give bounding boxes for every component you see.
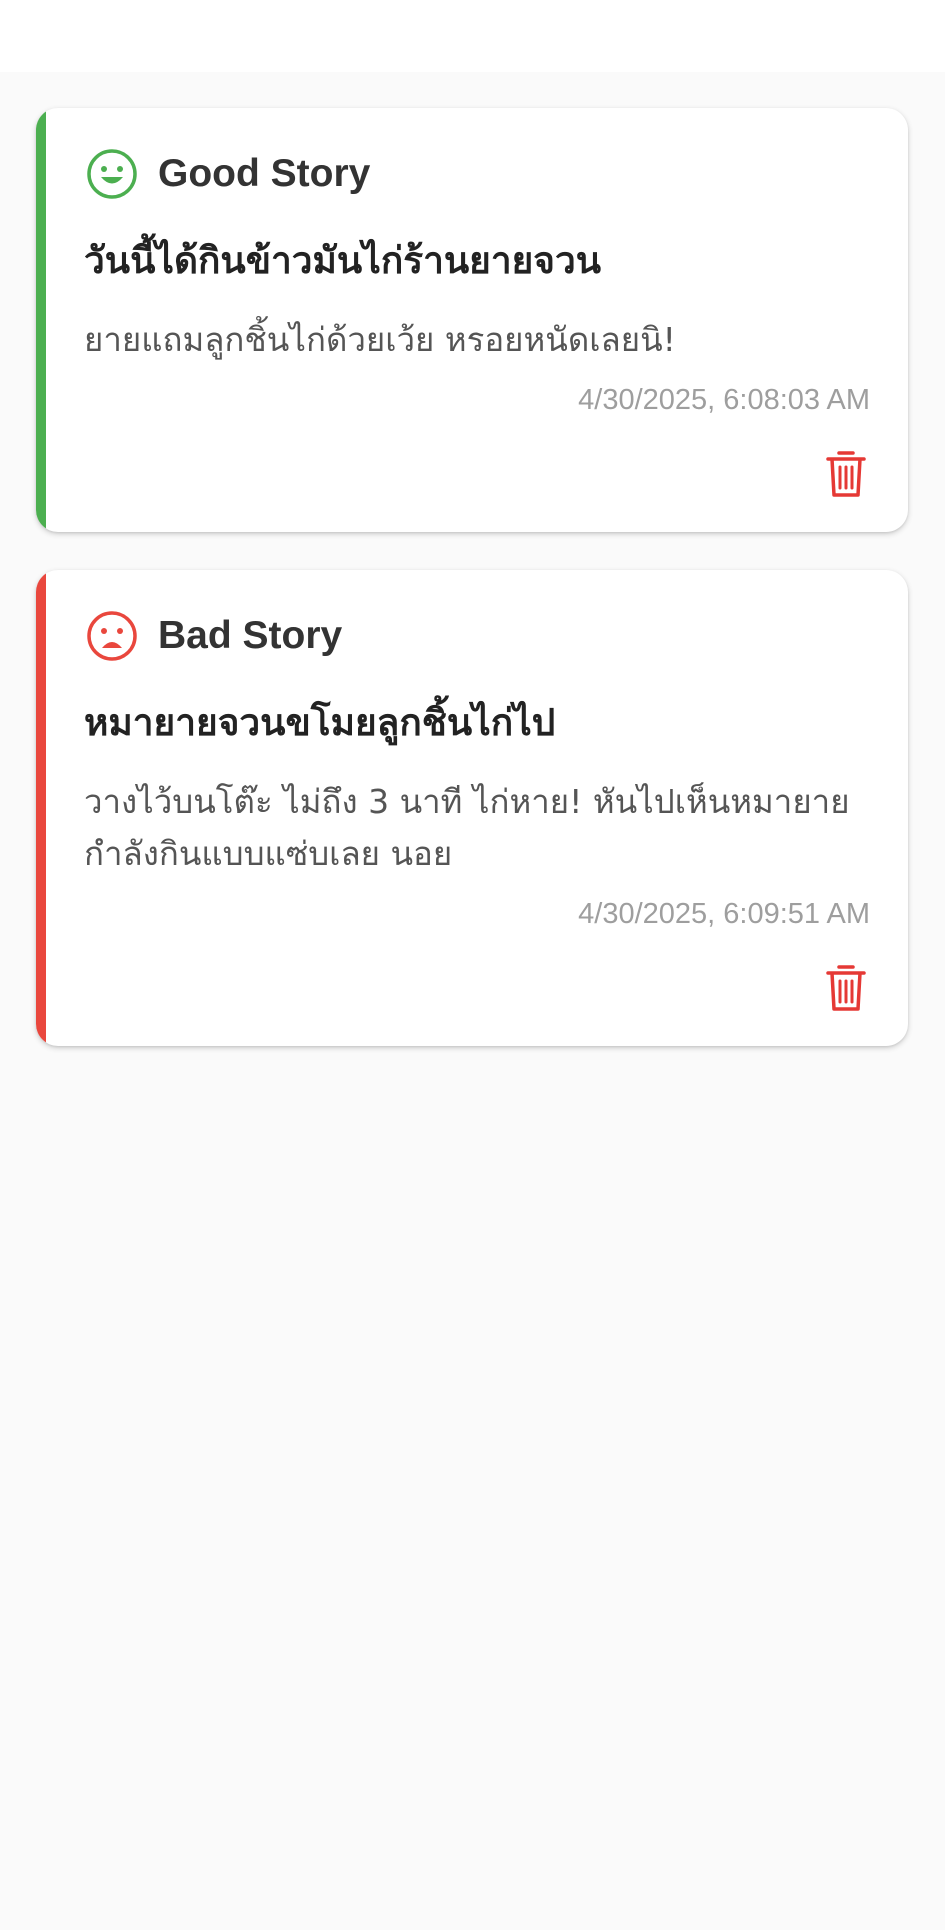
story-title: หมายายจวนขโมยลูกชิ้นไก่ไป — [84, 701, 556, 744]
story-title: วันนี้ได้กินข้าวมันไก่ร้านยายจวน — [84, 239, 602, 282]
story-header: Good Story — [86, 148, 370, 200]
story-mood-label: Bad Story — [158, 614, 343, 657]
story-timestamp: 4/30/2025, 6:09:51 AM — [578, 898, 870, 930]
story-mood-label: Good Story — [158, 152, 371, 195]
story-timestamp: 4/30/2025, 6:08:03 AM — [578, 384, 870, 416]
story-header: Bad Story — [86, 610, 342, 662]
story-body: ยายแถมลูกชิ้นไก่ด้วยเว้ย หรอยหนัดเลยนิ! — [84, 320, 676, 359]
delete-button[interactable] — [824, 962, 868, 1014]
app-header — [0, 0, 945, 72]
story-card-good[interactable]: Good Story วันนี้ได้กินข้าวมันไก่ร้านยาย… — [36, 108, 908, 532]
delete-button[interactable] — [824, 448, 868, 500]
story-card-bad[interactable]: Bad Story หมายายจวนขโมยลูกชิ้นไก่ไป วางไ… — [36, 570, 908, 1046]
smile-icon — [87, 149, 137, 199]
trash-icon — [826, 451, 866, 497]
sad-icon — [87, 611, 137, 661]
trash-icon — [826, 965, 866, 1011]
good-accent-bar — [36, 108, 46, 532]
story-body: วางไว้บนโต๊ะ ไม่ถึง 3 นาที ไก่หาย! หันไป… — [84, 782, 850, 873]
story-list: Good Story วันนี้ได้กินข้าวมันไก่ร้านยาย… — [36, 108, 908, 1084]
bad-accent-bar — [36, 570, 46, 1046]
